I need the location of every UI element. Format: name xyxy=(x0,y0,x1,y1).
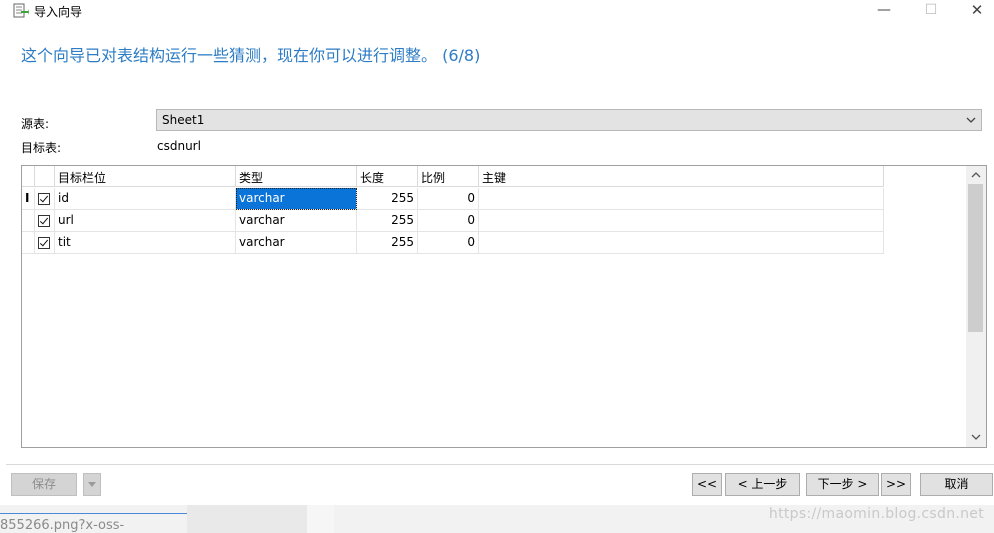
previous-step-button[interactable]: < 上一步 xyxy=(725,473,800,496)
field-name-cell[interactable]: url xyxy=(55,210,236,232)
column-header-type[interactable]: 类型 xyxy=(236,166,357,187)
row-indicator[interactable]: I xyxy=(22,188,35,210)
save-button[interactable]: 保存 xyxy=(11,473,77,496)
maximize-button[interactable]: ☐ xyxy=(908,0,954,22)
field-scale-cell[interactable]: 0 xyxy=(418,210,479,232)
target-table-value: csdnurl xyxy=(157,139,201,153)
field-scale-cell[interactable]: 0 xyxy=(418,232,479,254)
target-table-label: 目标表: xyxy=(21,141,62,155)
row-indicator[interactable] xyxy=(22,232,35,254)
close-button[interactable]: ✕ xyxy=(954,0,994,22)
field-type-cell[interactable]: varchar xyxy=(236,210,357,232)
window-title: 导入向导 xyxy=(34,5,83,19)
field-include-checkbox[interactable] xyxy=(38,215,50,227)
footer-separator xyxy=(6,464,994,465)
header-row-indicator xyxy=(22,166,35,187)
row-cursor-marker: I xyxy=(25,191,30,205)
save-dropdown-button[interactable] xyxy=(83,473,101,496)
chevron-down-icon xyxy=(966,117,976,123)
watermark: https://maomin.blog.csdn.net xyxy=(768,506,984,522)
table-row-checkbox-cell[interactable] xyxy=(35,188,55,210)
wizard-heading: 这个向导已对表结构运行一些猜测，现在你可以进行调整。 (6/8) xyxy=(21,46,481,65)
chevron-up-icon[interactable] xyxy=(966,167,986,183)
cancel-button[interactable]: 取消 xyxy=(920,473,993,496)
background-pane xyxy=(187,505,307,533)
field-scale-cell[interactable]: 0 xyxy=(418,188,479,210)
source-table-label: 源表: xyxy=(21,117,50,131)
column-header-scale[interactable]: 比例 xyxy=(418,166,479,187)
first-step-button[interactable]: << xyxy=(692,473,722,496)
field-include-checkbox[interactable] xyxy=(38,237,50,249)
field-key-cell[interactable] xyxy=(479,232,884,254)
next-step-button[interactable]: 下一步 > xyxy=(806,473,879,496)
column-header-length[interactable]: 长度 xyxy=(357,166,418,187)
source-table-value: Sheet1 xyxy=(162,113,205,127)
row-indicator[interactable] xyxy=(22,210,35,232)
import-wizard-icon xyxy=(13,3,29,18)
field-name-cell[interactable]: id xyxy=(55,188,236,210)
field-type-cell[interactable]: varchar xyxy=(236,188,357,210)
table-row-checkbox-cell[interactable] xyxy=(35,232,55,254)
title-bar[interactable]: 导入向导 — ☐ ✕ xyxy=(6,0,994,22)
background-accent-line xyxy=(0,513,187,514)
field-name-cell[interactable]: tit xyxy=(55,232,236,254)
minimize-button[interactable]: — xyxy=(861,0,907,22)
field-key-cell[interactable] xyxy=(479,210,884,232)
vertical-scrollbar[interactable] xyxy=(966,166,986,447)
source-table-select[interactable]: Sheet1 xyxy=(156,109,982,131)
field-length-cell[interactable]: 255 xyxy=(357,188,418,210)
table-row-checkbox-cell[interactable] xyxy=(35,210,55,232)
chevron-down-icon[interactable] xyxy=(966,429,986,445)
field-length-cell[interactable]: 255 xyxy=(357,232,418,254)
caret-down-icon xyxy=(88,482,96,487)
import-wizard-dialog: 导入向导 — ☐ ✕ 这个向导已对表结构运行一些猜测，现在你可以进行调整。 (6… xyxy=(6,0,994,505)
field-grid: 目标栏位 类型 长度 比例 主键 I id varchar 255 0 url … xyxy=(21,165,987,448)
column-header-field[interactable]: 目标栏位 xyxy=(55,166,236,187)
field-length-cell[interactable]: 255 xyxy=(357,210,418,232)
last-step-button[interactable]: >> xyxy=(881,473,911,496)
field-include-checkbox[interactable] xyxy=(38,193,50,205)
column-header-primary-key[interactable]: 主键 xyxy=(479,166,884,187)
background-url-fragment: 855266.png?x-oss- xyxy=(0,518,125,533)
field-type-cell[interactable]: varchar xyxy=(236,232,357,254)
header-checkbox-column xyxy=(35,166,55,187)
background-pane-2 xyxy=(307,505,334,533)
field-key-cell[interactable] xyxy=(479,188,884,210)
scrollbar-thumb[interactable] xyxy=(968,184,983,332)
